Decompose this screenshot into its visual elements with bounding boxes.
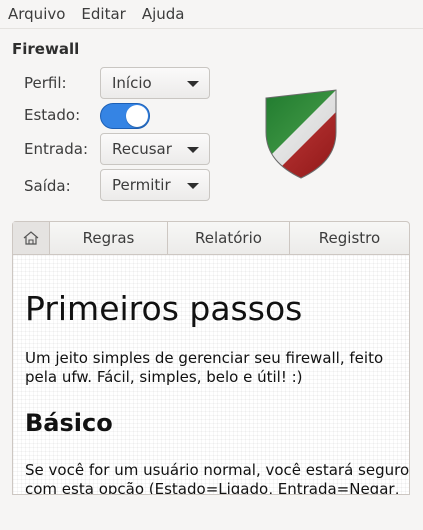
chevron-down-icon [187,147,199,153]
incoming-label: Entrada: [24,140,88,158]
tab-regras[interactable]: Regras [49,222,167,254]
chevron-down-icon [187,183,199,189]
menu-editar[interactable]: Editar [73,5,133,23]
intro-paragraph: Um jeito simples de gerenciar seu firewa… [25,349,384,386]
home-icon [23,231,39,245]
profile-dropdown[interactable]: Início [100,67,210,99]
section-heading: Básico [25,409,113,437]
menubar: Arquivo Editar Ajuda [0,0,423,28]
tab-relatorio[interactable]: Relatório [167,222,289,254]
status-label: Estado: [24,106,81,124]
outgoing-dropdown[interactable]: Permitir [100,169,210,201]
tab-home[interactable] [13,222,49,254]
profile-value: Início [112,74,152,92]
incoming-value: Recusar [112,140,172,158]
toggle-knob [126,105,148,127]
chevron-down-icon [187,81,199,87]
outgoing-value: Permitir [112,176,171,194]
tab-bar: Regras Relatório Registro [12,221,410,255]
menubar-divider [0,28,423,29]
shield-icon [265,89,337,179]
basic-paragraph: Se você for um usuário normal, você esta… [25,461,410,495]
profile-label: Perfil: [24,74,67,92]
status-toggle[interactable] [100,103,150,129]
menu-arquivo[interactable]: Arquivo [0,5,73,23]
menu-ajuda[interactable]: Ajuda [134,5,193,23]
incoming-dropdown[interactable]: Recusar [100,133,210,165]
page-heading: Primeiros passos [25,289,303,328]
firewall-section-title: Firewall [12,40,80,58]
tab-registro[interactable]: Registro [289,222,409,254]
outgoing-label: Saída: [24,177,71,195]
content-panel: Primeiros passos Um jeito simples de ger… [12,255,410,495]
